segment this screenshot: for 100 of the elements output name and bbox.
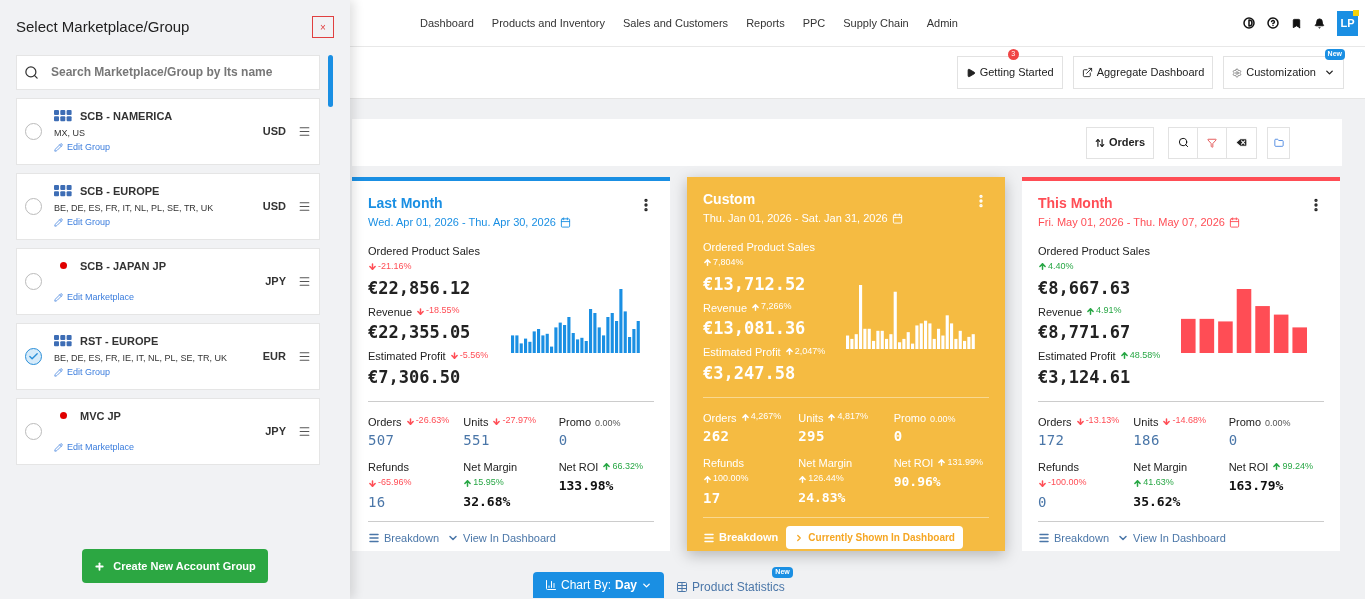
action-button[interactable]: Customization [1223, 56, 1344, 89]
stat-label: Orders [1038, 415, 1072, 428]
down-arrow-icon [1162, 416, 1172, 426]
contrast-icon[interactable] [1243, 17, 1255, 29]
breakdown-link[interactable]: Breakdown [368, 530, 440, 547]
metric-label: Ordered Product Sales [368, 244, 480, 257]
stat-value: 163.79% [1228, 476, 1285, 495]
bookmark-icon[interactable] [1291, 17, 1302, 29]
search-icon [24, 64, 39, 80]
region-list: BE, DE, ES, FR, IT, NL, PL, SE, TR, UK [54, 202, 251, 213]
metric-value: €8,771.67 [1038, 321, 1132, 344]
action-button[interactable]: Getting Started [956, 56, 1063, 89]
stat-label: Promo [558, 415, 592, 428]
edit-link[interactable]: Edit Group [54, 141, 111, 155]
folder-icon[interactable] [1273, 137, 1284, 148]
clear-icon[interactable] [1235, 136, 1248, 149]
stat-label: Units [463, 415, 489, 428]
group-icon [54, 184, 72, 197]
date-range[interactable]: Fri. May 01, 2026 - Thu. May 07, 2026 [1038, 214, 1225, 231]
marketplace-item[interactable]: SCB - NAMERICA MX, US Edit Group USD [16, 97, 320, 165]
stat-label: Net ROI [1228, 461, 1269, 473]
change-percent: 2,047% [794, 344, 826, 358]
edit-link[interactable]: Edit Marketplace [54, 441, 135, 455]
stat-value: 0 [893, 427, 904, 446]
edit-link[interactable]: Edit Marketplace [54, 291, 135, 305]
user-avatar[interactable]: LP [1337, 10, 1358, 36]
edit-link[interactable]: Edit Group [54, 216, 111, 230]
marketplace-item[interactable]: MVC JP Edit Marketplace JPY [16, 397, 320, 465]
nav-link[interactable]: Sales and Customers [622, 14, 729, 32]
view-dashboard-link[interactable]: View In Dashboard [447, 530, 556, 547]
stat-label: Refunds [368, 461, 409, 473]
nav-link[interactable]: PPC [802, 14, 826, 32]
date-range[interactable]: Wed. Apr 01, 2026 - Thu. Apr 30, 2026 [368, 214, 556, 231]
list-icon [1038, 532, 1050, 545]
pencil-icon [54, 293, 63, 303]
metric-value: €13,081.36 [703, 317, 807, 340]
change-percent: 4,817% [837, 410, 868, 424]
change-percent: -18.55% [426, 304, 460, 318]
change-percent: 99.24% [1282, 459, 1313, 473]
change-percent: 4.91% [1096, 304, 1122, 318]
stat-value: 16 [368, 493, 387, 512]
up-arrow-icon [602, 462, 612, 471]
change-percent: 15.95% [473, 476, 504, 490]
nav-link[interactable]: Reports [746, 14, 785, 32]
nav-link[interactable]: Admin [926, 14, 958, 32]
radio-button[interactable] [25, 347, 42, 365]
drag-handle-icon[interactable] [298, 124, 311, 138]
drag-handle-icon[interactable] [298, 349, 311, 363]
stat-label: Orders [703, 411, 737, 424]
drag-handle-icon[interactable] [298, 199, 311, 213]
chart-by-button[interactable]: Chart By: Day [533, 572, 665, 598]
down-arrow-icon [368, 262, 377, 271]
card-title: This Month [1038, 194, 1114, 213]
create-group-button[interactable]: Create New Account Group [82, 549, 268, 583]
search-field[interactable]: Search Marketplace/Group by Its name [16, 54, 320, 90]
down-arrow-icon [1038, 478, 1047, 488]
panel-title: Select Marketplace/Group [16, 17, 190, 37]
breakdown-link[interactable]: Breakdown [1038, 530, 1110, 547]
up-arrow-icon [751, 302, 761, 312]
change-percent: 7,266% [761, 300, 792, 314]
marketplace-item[interactable]: SCB - JAPAN JP Edit Marketplace JPY [16, 247, 320, 315]
sort-button[interactable]: Orders [1085, 126, 1154, 159]
product-statistics-tab[interactable]: Product Statistics [676, 576, 785, 598]
marketplace-item[interactable]: RST - EUROPE BE, DE, ES, FR, IE, IT, NL, PL, SE, TR, UK Edit Group EUR [16, 322, 320, 390]
help-icon[interactable] [1267, 17, 1279, 29]
down-arrow-icon [449, 351, 459, 360]
nav-link[interactable]: Supply Chain [843, 14, 909, 32]
stat-value: 24.83% [798, 489, 847, 507]
status-marker-icon [1353, 9, 1359, 16]
metric-label: Estimated Profit [703, 346, 781, 358]
marketplace-item[interactable]: SCB - EUROPE BE, DE, ES, FR, IT, NL, PL, SE, TR, UK Edit Group USD [16, 172, 320, 240]
action-button[interactable]: Aggregate Dashboard [1072, 56, 1214, 89]
edit-link[interactable]: Edit Group [54, 366, 111, 380]
filter-icon[interactable] [1207, 137, 1217, 148]
up-arrow-icon [703, 474, 712, 484]
metric-value: €3,124.61 [1038, 365, 1132, 389]
metric-value: €13,712.52 [703, 272, 807, 296]
nav-link[interactable]: Products and Inventory [491, 14, 605, 32]
scrollbar-thumb[interactable] [328, 54, 333, 107]
stat-value: 262 [703, 427, 731, 446]
drag-handle-icon[interactable] [298, 424, 311, 438]
calendar-icon[interactable] [559, 216, 571, 228]
stat-value: 551 [463, 431, 491, 450]
close-button[interactable]: × [312, 16, 334, 39]
drag-handle-icon[interactable] [298, 274, 311, 288]
up-arrow-icon [1086, 306, 1096, 316]
table-icon [676, 581, 689, 593]
view-dashboard-link[interactable]: View In Dashboard [1117, 530, 1226, 547]
stat-label: Net ROI [893, 457, 934, 469]
change-percent: -65.96% [378, 476, 412, 490]
list-icon [703, 531, 715, 544]
card-title: Last Month [368, 194, 444, 213]
change-percent: -100.00% [1048, 476, 1087, 490]
calendar-icon[interactable] [1228, 216, 1240, 228]
nav-link[interactable]: Dashboard [420, 14, 474, 32]
metric-label: Revenue [703, 301, 748, 314]
search-icon[interactable] [1177, 137, 1189, 148]
notification-icon[interactable] [1314, 17, 1325, 29]
card-title: Custom [703, 190, 757, 209]
stat-label: Refunds [1038, 461, 1079, 473]
